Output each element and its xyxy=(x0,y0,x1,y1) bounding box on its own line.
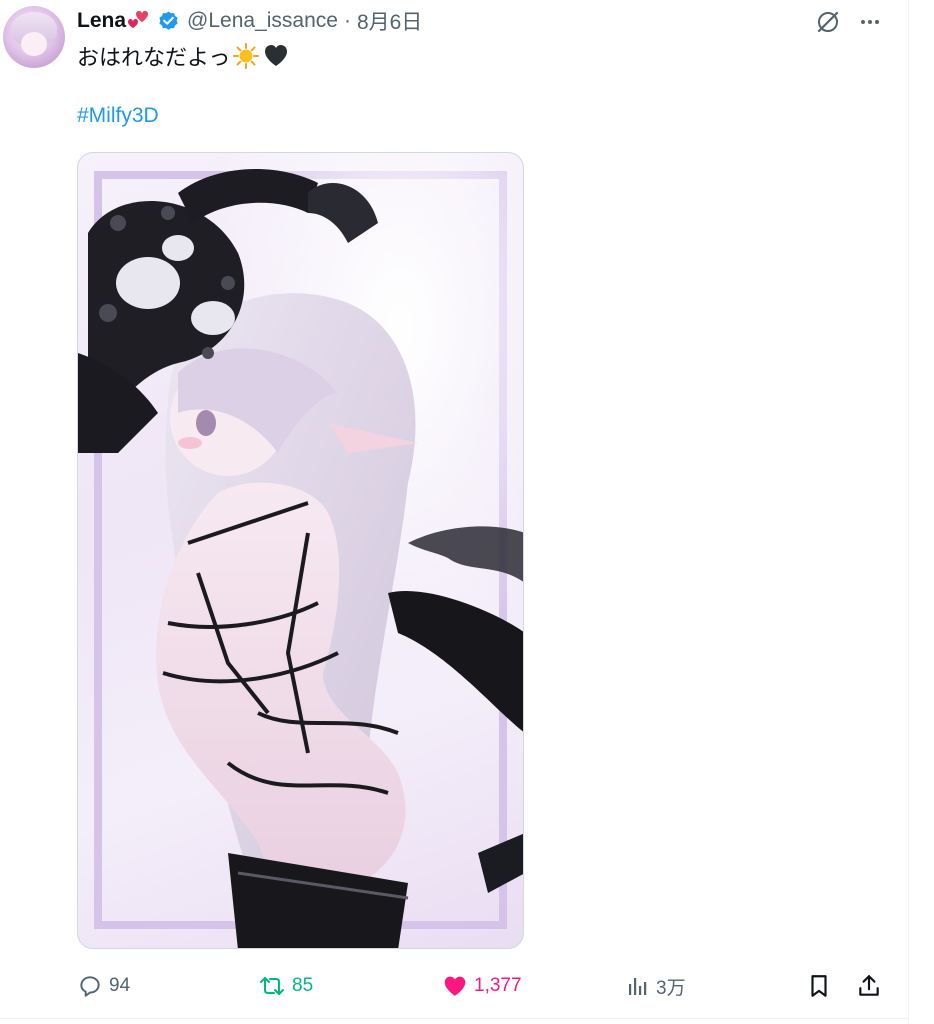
timeline-border xyxy=(908,0,909,1024)
like-count: 1,377 xyxy=(474,975,522,996)
author-handle[interactable]: @Lena_issance xyxy=(187,9,338,33)
retweet-count: 85 xyxy=(292,975,314,996)
reply-button[interactable]: 94 xyxy=(77,964,130,1008)
grok-icon[interactable] xyxy=(812,6,844,38)
retweet-icon xyxy=(260,977,284,995)
share-button[interactable] xyxy=(856,964,882,1008)
tweet-text-body: おはれなだよっ xyxy=(77,45,231,70)
hashtag-link[interactable]: #Milfy3D xyxy=(77,104,159,128)
sun-icon xyxy=(232,42,260,70)
retweet-button[interactable]: 85 xyxy=(258,964,313,1008)
tweet-text: おはれなだよっ xyxy=(77,40,290,72)
tweet[interactable]: Lena @Lena_issance · 8月6日 おはれなだよっ #Milfy… xyxy=(0,0,934,1024)
tweet-header: Lena @Lena_issance · 8月6日 xyxy=(77,8,422,34)
share-icon xyxy=(859,975,879,996)
views-button[interactable]: 3万 xyxy=(626,964,686,1008)
tweet-actions: 94 85 1,377 3万 xyxy=(0,964,909,1008)
tweet-date[interactable]: 8月6日 xyxy=(357,6,422,36)
reply-count: 94 xyxy=(109,975,131,996)
tweet-divider xyxy=(0,1018,909,1019)
more-icon[interactable] xyxy=(854,6,886,38)
separator-dot: · xyxy=(343,9,351,32)
bookmark-button[interactable] xyxy=(806,964,832,1008)
verified-badge-icon[interactable] xyxy=(157,10,180,33)
views-chart-icon xyxy=(629,978,647,995)
tweet-image[interactable] xyxy=(77,152,524,949)
avatar-face xyxy=(21,32,47,56)
heart-filled-icon xyxy=(444,976,466,996)
avatar[interactable] xyxy=(3,6,65,68)
reply-icon xyxy=(80,976,100,997)
black-heart-icon xyxy=(262,42,290,70)
views-count: 3万 xyxy=(656,977,686,999)
like-button[interactable]: 1,377 xyxy=(442,964,522,1008)
author-name[interactable]: Lena xyxy=(77,9,126,33)
image-illustration xyxy=(78,153,523,948)
bookmark-icon xyxy=(811,975,827,997)
two-hearts-icon xyxy=(127,10,151,32)
